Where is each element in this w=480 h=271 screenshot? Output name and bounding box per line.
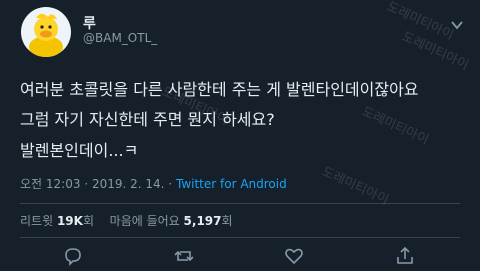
retweet-icon[interactable] <box>173 245 195 267</box>
divider <box>20 237 460 238</box>
like-icon[interactable] <box>283 245 305 267</box>
user-handle[interactable]: @BAM_OTL_ <box>83 31 157 45</box>
retweets-stat[interactable]: 리트윗 19K회 <box>20 214 98 228</box>
tweet-time[interactable]: 오전 12:03 <box>20 177 80 191</box>
watermark: 도레미티아이 <box>319 164 391 209</box>
display-name[interactable]: 루 <box>83 13 96 33</box>
share-icon[interactable] <box>394 245 416 267</box>
tweet-text-line: 발렌본인데이...ㅋ <box>20 141 139 160</box>
tweet-date[interactable]: 2019. 2. 14. <box>92 177 165 191</box>
chevron-down-icon[interactable] <box>449 18 465 32</box>
likes-stat[interactable]: 마음에 들어요 5,197회 <box>110 214 233 228</box>
tweet-text-line: 여러분 초콜릿을 다른 사람한테 주는 게 발렌타인데이잖아요 <box>20 80 419 99</box>
likes-unit: 회 <box>221 214 233 228</box>
likes-count: 5,197 <box>183 214 222 228</box>
likes-label: 마음에 들어요 <box>109 214 180 228</box>
retweets-count: 19K <box>56 214 83 228</box>
watermark: 도레미티아이 <box>384 0 456 44</box>
retweets-label: 리트윗 <box>20 214 54 228</box>
reply-icon[interactable] <box>62 245 84 267</box>
watermark: 도레미티아이 <box>399 29 471 74</box>
watermark: 도레미티아이 <box>359 104 431 149</box>
avatar[interactable] <box>21 7 71 57</box>
retweets-unit: 회 <box>82 214 94 228</box>
tweet-text-line: 그럼 자기 자신한테 주면 뭔지 하세요? <box>20 110 275 129</box>
tweet-meta: 오전 12:03 · 2019. 2. 14. · Twitter for An… <box>20 175 287 192</box>
meta-separator: · <box>84 177 89 191</box>
tweet-actions <box>0 245 480 267</box>
meta-separator: · <box>168 177 173 191</box>
tweet-source-link[interactable]: Twitter for Android <box>176 177 287 191</box>
tweet-stats: 리트윗 19K회 마음에 들어요 5,197회 <box>20 212 233 229</box>
divider <box>20 203 460 204</box>
